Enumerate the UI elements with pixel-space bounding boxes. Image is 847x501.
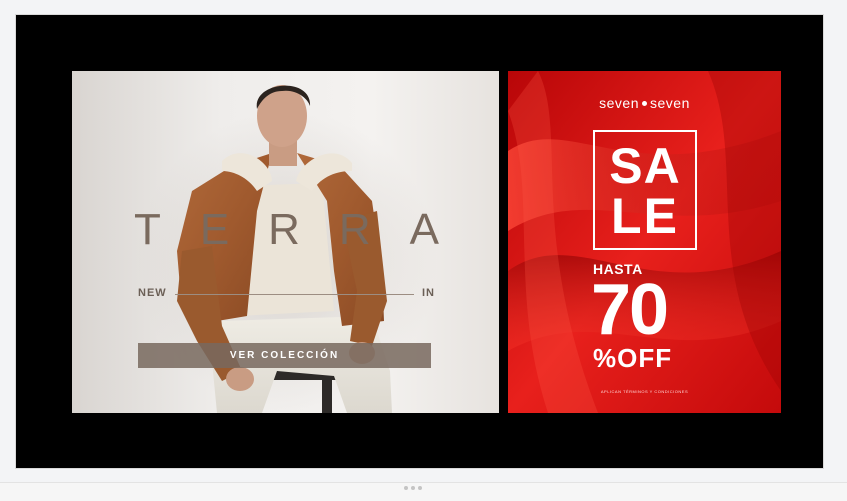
- percent-off-label: %OFF: [593, 343, 673, 373]
- terms-fine-print: APLICAN TÉRMINOS Y CONDICIONES: [600, 389, 689, 394]
- seven-seven-logo: seven seven: [508, 95, 781, 111]
- sale-banner[interactable]: seven seven SA LE HASTA 70 %OFF APLICAN T…: [508, 71, 781, 413]
- bottom-bar: [0, 482, 847, 501]
- sale-text-line2: LE: [611, 188, 679, 244]
- bullet-icon: [642, 100, 647, 106]
- in-text: IN: [422, 287, 435, 299]
- sale-badge: SA LE: [593, 130, 697, 250]
- terra-collection-banner[interactable]: T E R R A NEW IN VER COLECCIÓN: [72, 71, 499, 413]
- divider-line: [174, 293, 414, 295]
- handle-dot: [411, 486, 415, 490]
- terra-letter: R: [268, 205, 300, 254]
- drag-handle-icon[interactable]: [404, 486, 422, 490]
- new-text: NEW: [138, 287, 167, 299]
- handle-dot: [404, 486, 408, 490]
- terra-letter: T: [134, 205, 161, 254]
- handle-dot: [418, 486, 422, 490]
- terra-letter: R: [338, 205, 371, 254]
- ver-coleccion-button[interactable]: VER COLECCIÓN: [138, 343, 431, 368]
- terra-letter: A: [409, 205, 439, 254]
- terra-letter: E: [199, 205, 230, 254]
- brand-word: seven: [650, 95, 690, 111]
- new-in-label: NEW IN: [138, 286, 435, 300]
- brand-word: seven: [599, 95, 639, 111]
- discount-percent: 70: [591, 270, 669, 350]
- terra-title: T E R R A: [134, 205, 439, 255]
- sale-text-line1: SA: [609, 138, 681, 194]
- page: T E R R A NEW IN VER COLECCIÓN seven sev…: [0, 0, 847, 501]
